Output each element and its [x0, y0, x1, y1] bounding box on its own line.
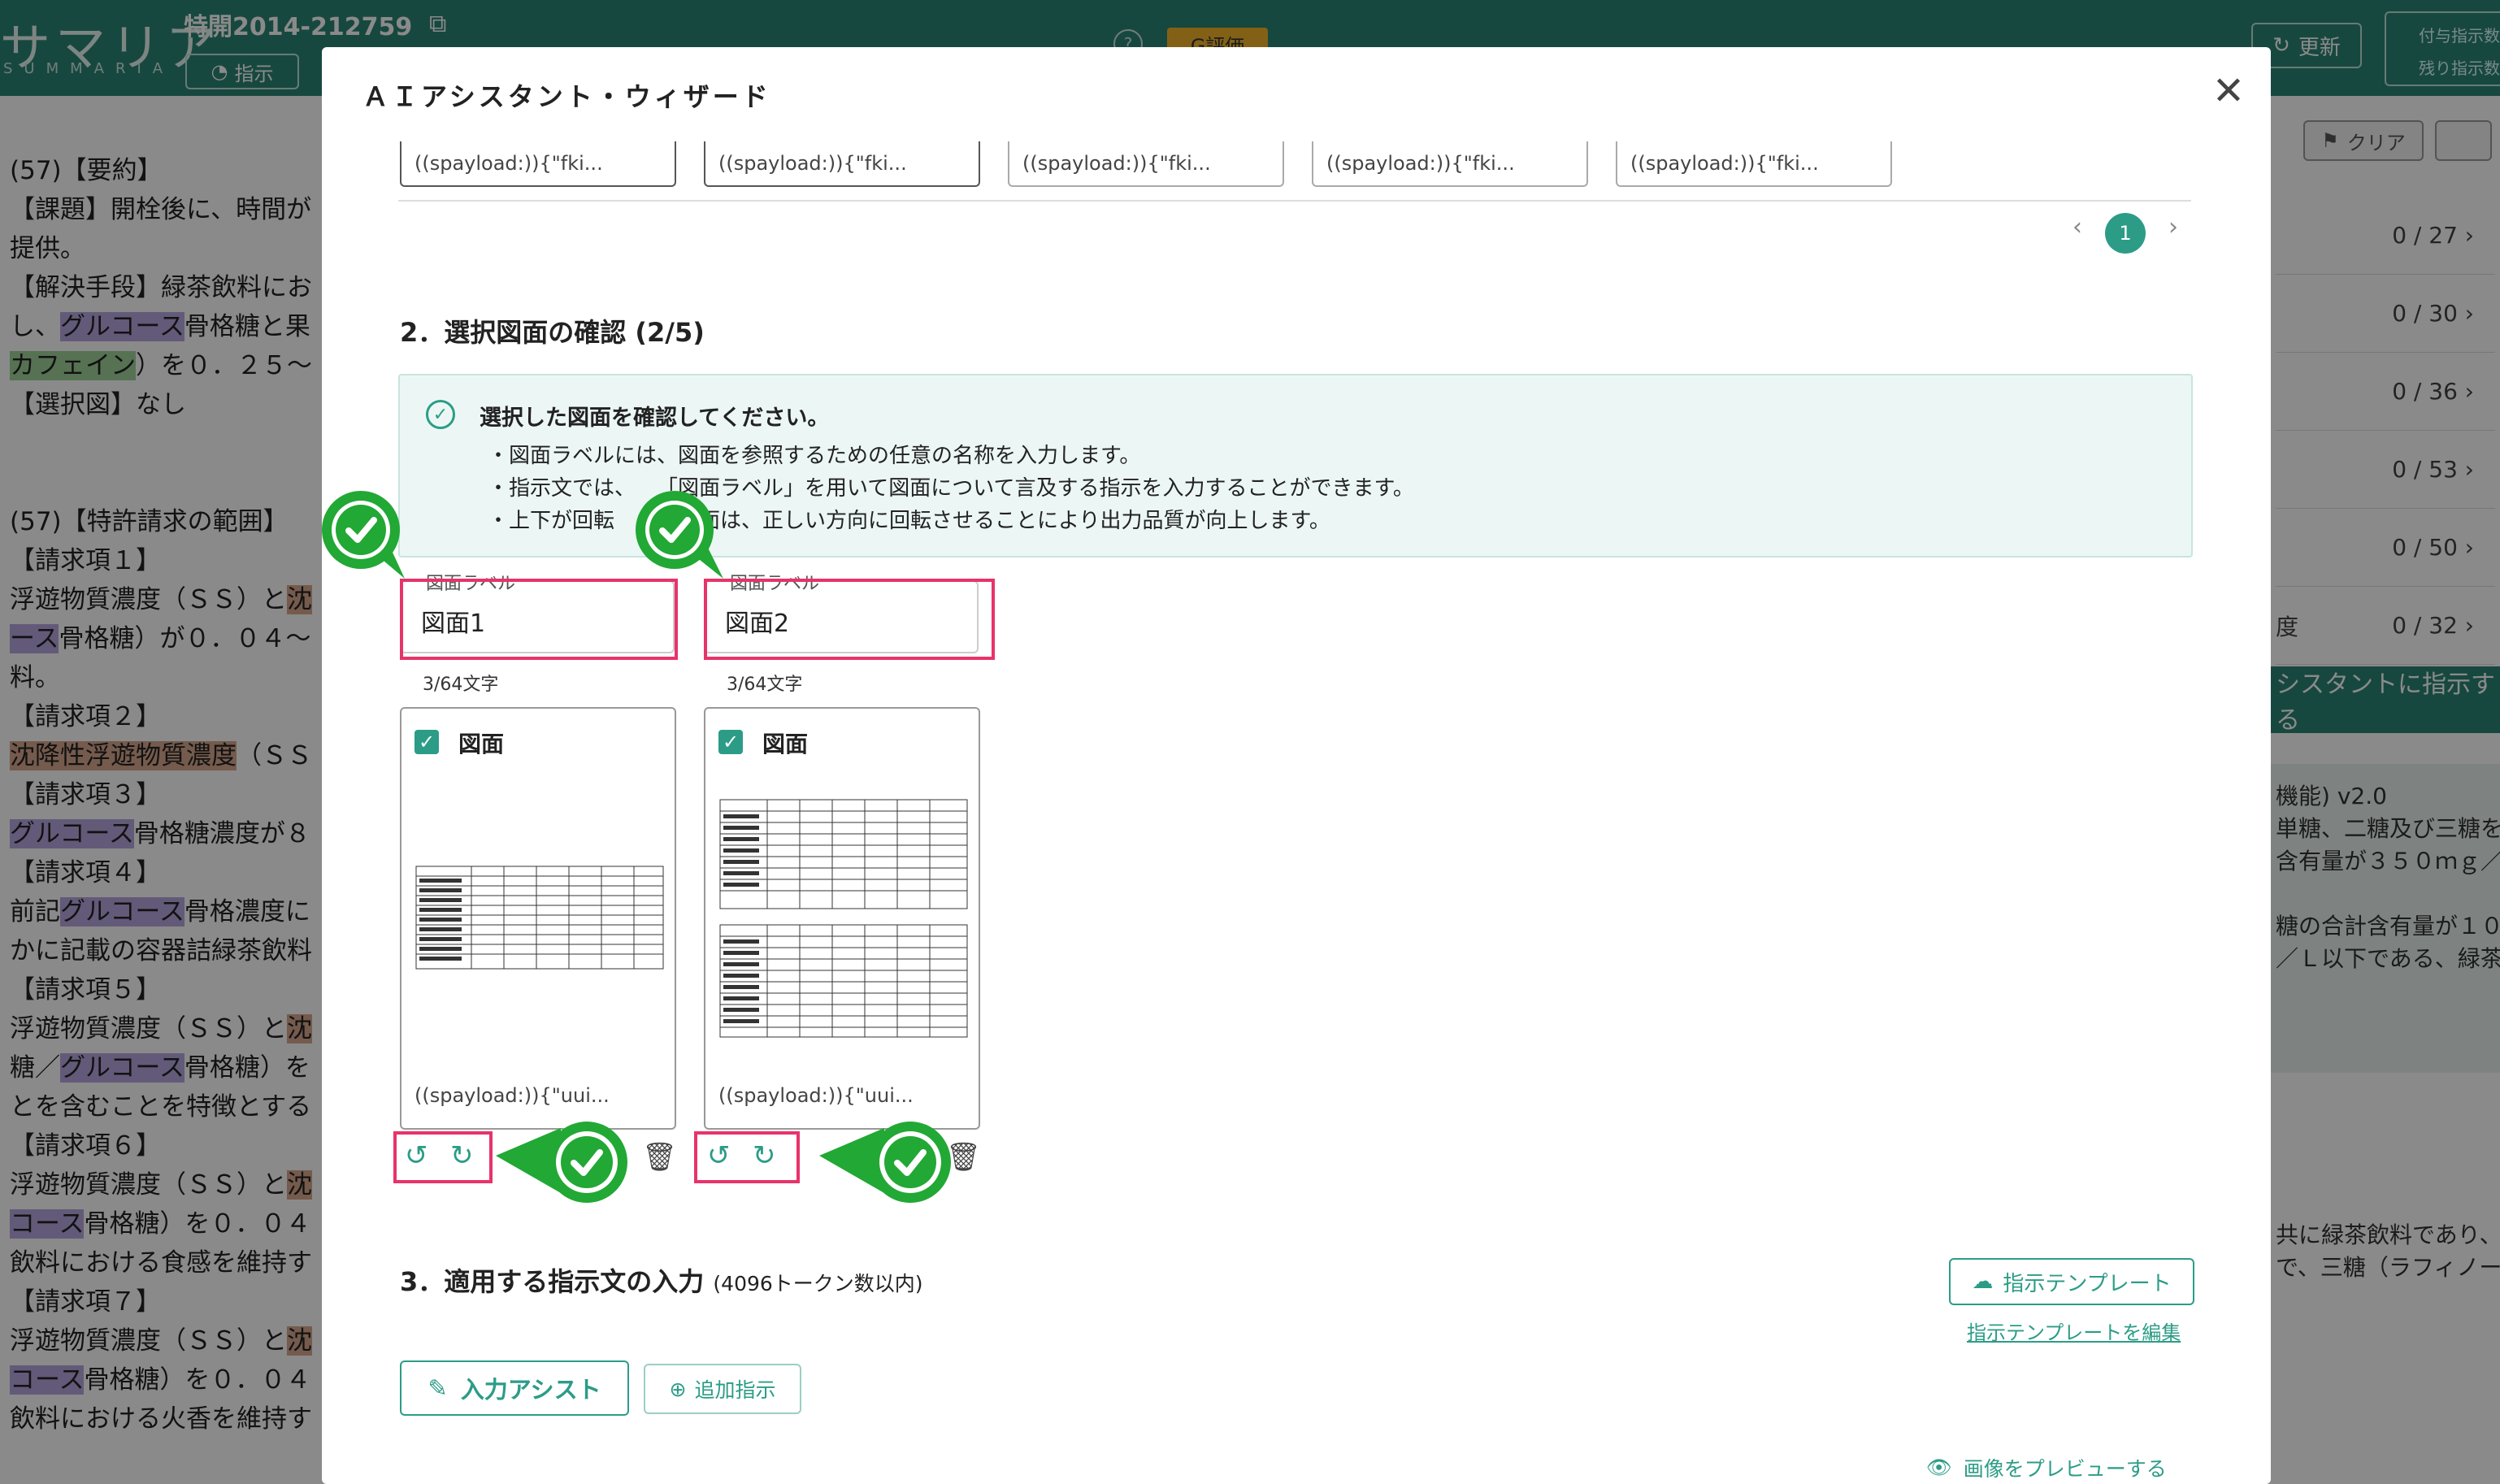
- edit-template-link[interactable]: 指示テンプレートを編集: [1967, 1317, 2181, 1345]
- eye-icon: 👁: [1926, 1456, 1952, 1479]
- figure-card-2[interactable]: ✓ 図面 ((spayload:)){"uui...: [704, 707, 980, 1130]
- check-callout-icon: [322, 491, 405, 579]
- payload-box[interactable]: ((spayload:)){"fki...: [1312, 141, 1588, 187]
- plus-circle-icon: ⊕: [669, 1377, 687, 1401]
- figure-checkbox[interactable]: ✓: [414, 730, 439, 754]
- figure-card-1[interactable]: ✓ 図面 ((spayload:)){"uui...: [400, 707, 676, 1130]
- payload-box[interactable]: ((spayload:)){"fki...: [704, 141, 980, 187]
- pagination-current-page[interactable]: 1: [2105, 213, 2146, 254]
- figure-thumbnail: [718, 798, 969, 1039]
- section-3-title: 3．適用する指示文の入力 (4096トークン数以内): [400, 1261, 923, 1299]
- check-callout-icon: [819, 1122, 951, 1203]
- figure-checkbox[interactable]: ✓: [718, 730, 743, 754]
- figure-card-title: 図面: [458, 731, 505, 757]
- ai-assistant-wizard-modal: ＡＩアシスタント・ウィザード ✕ ((spayload:)){"fki... (…: [322, 47, 2271, 1484]
- divider: [398, 200, 2191, 202]
- preview-image-link[interactable]: 👁 画像をプレビューする: [1926, 1453, 2167, 1482]
- char-counter: 3/64文字: [423, 675, 499, 695]
- highlight-frame: [400, 579, 678, 660]
- add-instruction-button[interactable]: ⊕ 追加指示: [644, 1364, 801, 1414]
- info-line: ・上下が回転 図面は、正しい方向に回転させることにより出力品質が向上します。: [488, 509, 1330, 533]
- preview-label: 画像をプレビューする: [1963, 1457, 2167, 1481]
- instruction-template-button[interactable]: ☁ 指示テンプレート: [1949, 1258, 2194, 1305]
- payload-box[interactable]: ((spayload:)){"fki...: [1008, 141, 1284, 187]
- payload-box[interactable]: ((spayload:)){"fki...: [400, 141, 676, 187]
- input-assist-button[interactable]: ✎ 入力アシスト: [400, 1360, 629, 1416]
- info-line: ・指示文では、 「図面ラベル」を用いて図面について言及する指示を入力することがで…: [488, 476, 1414, 501]
- figure-payload: ((spayload:)){"uui...: [718, 1084, 914, 1107]
- trash-icon[interactable]: 🗑: [642, 1141, 677, 1174]
- info-heading: 選択した図面を確認してください。: [480, 406, 830, 431]
- figure-card-title: 図面: [762, 731, 809, 757]
- highlight-frame: [393, 1131, 493, 1183]
- figure-payload: ((spayload:)){"uui...: [414, 1084, 610, 1107]
- add-instruction-label: 追加指示: [694, 1378, 776, 1402]
- char-counter: 3/64文字: [727, 675, 803, 695]
- pagination-next-icon[interactable]: ›: [2168, 213, 2178, 241]
- section-3-subtitle: (4096トークン数以内): [713, 1272, 923, 1295]
- check-callout-icon: [496, 1122, 627, 1203]
- cloud-download-icon: ☁: [1972, 1269, 1994, 1294]
- close-icon[interactable]: ✕: [2207, 68, 2250, 114]
- check-circle-icon: ✓: [426, 400, 455, 429]
- modal-title: ＡＩアシスタント・ウィザード: [362, 81, 771, 112]
- highlight-frame: [704, 579, 995, 660]
- pencil-icon: ✎: [428, 1374, 448, 1402]
- input-assist-label: 入力アシスト: [460, 1376, 601, 1404]
- template-button-label: 指示テンプレート: [2003, 1271, 2172, 1296]
- check-callout-icon: [636, 491, 723, 579]
- payload-box[interactable]: ((spayload:)){"fki...: [1616, 141, 1892, 187]
- section-3-title-text: 3．適用する指示文の入力: [400, 1266, 705, 1297]
- highlight-frame: [694, 1131, 800, 1183]
- section-2-title: 2．選択図面の確認 (2/5): [400, 317, 705, 348]
- figure-thumbnail: [414, 865, 665, 970]
- info-line: ・図面ラベルには、図面を参照するための任意の名称を入力します。: [488, 444, 1141, 468]
- pagination-prev-icon[interactable]: ‹: [2072, 213, 2082, 241]
